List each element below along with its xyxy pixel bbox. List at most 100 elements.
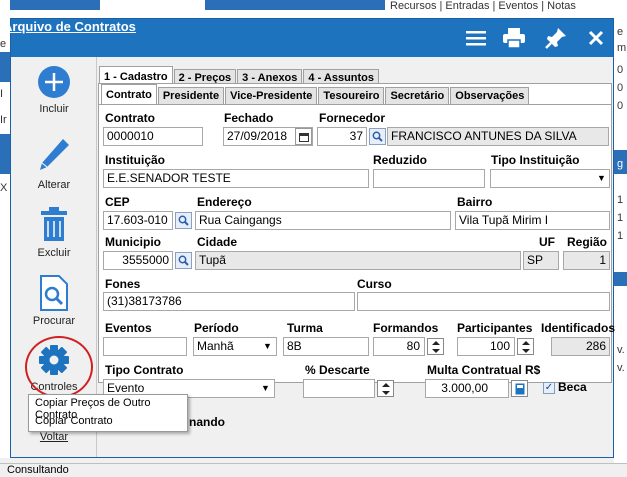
- search-document-icon: [40, 275, 68, 311]
- descarte-field[interactable]: [303, 379, 375, 398]
- endereco-label: Endereço: [197, 195, 252, 209]
- background-banner: [10, 0, 100, 10]
- background-text: v.: [617, 362, 625, 374]
- background-text: 0: [617, 64, 624, 76]
- menu-icon[interactable]: [463, 25, 489, 51]
- tab-vice-presidente[interactable]: Vice-Presidente: [225, 87, 318, 104]
- tipo-contrato-label: Tipo Contrato: [105, 363, 184, 377]
- background-app-right: e m 0 0 0 g 1 1 1 v. v.: [614, 18, 627, 477]
- endereco-field[interactable]: Rua Caingangs: [195, 211, 451, 230]
- regiao-field: 1: [563, 251, 610, 270]
- include-button[interactable]: Incluir: [11, 65, 97, 115]
- include-label: Incluir: [39, 103, 69, 115]
- uf-label: UF: [539, 235, 555, 249]
- calendar-icon[interactable]: [295, 128, 312, 145]
- municipio-search-icon[interactable]: [175, 252, 192, 269]
- delete-label: Excluir: [37, 247, 71, 259]
- close-icon[interactable]: [583, 25, 609, 51]
- cep-field[interactable]: 17.603-010: [103, 211, 173, 230]
- background-text: 1: [617, 230, 624, 242]
- tipo-instituicao-label: Tipo Instituição: [491, 153, 580, 167]
- pencil-icon: [40, 139, 69, 170]
- background-block: [0, 52, 10, 82]
- search-button[interactable]: Procurar: [11, 275, 97, 327]
- delete-button[interactable]: Excluir: [11, 207, 97, 259]
- curso-label: Curso: [357, 277, 392, 291]
- background-block: [614, 272, 627, 286]
- participantes-field[interactable]: 100: [457, 337, 515, 356]
- background-text: 1: [617, 212, 624, 224]
- formandos-field[interactable]: 80: [373, 337, 425, 356]
- bairro-label: Bairro: [457, 195, 493, 209]
- search-label: Procurar: [32, 315, 76, 327]
- bairro-field[interactable]: Vila Tupã Mirim I: [455, 211, 610, 230]
- beca-checkbox[interactable]: ✓: [543, 382, 555, 394]
- contrato-field[interactable]: 0000010: [103, 127, 203, 146]
- sub-tabs-divider: [99, 104, 611, 105]
- fornecedor-search-icon[interactable]: [369, 128, 386, 145]
- window-titlebar: Arquivo de Contratos: [3, 19, 613, 57]
- back-label: Voltar: [39, 431, 69, 443]
- descarte-label: % Descarte: [305, 363, 370, 377]
- chevron-down-icon[interactable]: ▼: [263, 341, 272, 351]
- instituicao-label: Instituição: [105, 153, 166, 167]
- turma-field[interactable]: 8B: [283, 337, 369, 356]
- background-text: Ir: [0, 114, 7, 126]
- curso-field[interactable]: [357, 292, 610, 311]
- chevron-down-icon[interactable]: ▼: [261, 383, 270, 393]
- tab-presidente[interactable]: Presidente: [157, 87, 225, 104]
- participantes-label: Participantes: [457, 321, 533, 335]
- eventos-field[interactable]: [103, 337, 187, 356]
- fornecedor-name-field: FRANCISCO ANTUNES DA SILVA: [387, 127, 609, 146]
- tab-observacoes[interactable]: Observações: [450, 87, 530, 104]
- sub-tabs: Contrato Presidente Vice-Presidente Teso…: [101, 84, 530, 104]
- background-text: e: [617, 26, 624, 38]
- fones-field[interactable]: (31)38173786: [103, 292, 355, 311]
- background-text: v.: [617, 344, 625, 356]
- instituicao-field[interactable]: E.E.SENADOR TESTE: [103, 169, 369, 188]
- fornecedor-label: Fornecedor: [319, 111, 386, 125]
- background-app-top: Recursos | Entradas | Eventos | Notas: [0, 0, 627, 18]
- tab-secretario[interactable]: Secretário: [385, 87, 450, 104]
- print-icon[interactable]: [501, 25, 527, 51]
- beca-label: Beca: [558, 380, 587, 394]
- tab-tesoureiro[interactable]: Tesoureiro: [318, 87, 385, 104]
- status-text: Consultando: [7, 464, 69, 476]
- reduzido-label: Reduzido: [373, 153, 427, 167]
- situacao-label-partial: nando: [189, 415, 225, 429]
- cidade-field: Tupã: [195, 251, 521, 270]
- identificados-label: Identificados: [541, 321, 616, 335]
- chevron-down-icon[interactable]: ▼: [597, 173, 606, 183]
- multa-label: Multa Contratual R$: [427, 363, 541, 377]
- cidade-label: Cidade: [197, 235, 238, 249]
- descarte-spinner[interactable]: [377, 380, 394, 397]
- calculator-icon[interactable]: [511, 380, 528, 397]
- menu-item-copy-prices[interactable]: Copiar Preços de Outro Contrato: [29, 395, 187, 421]
- background-text: 1: [617, 194, 624, 206]
- turma-label: Turma: [287, 321, 323, 335]
- pin-icon[interactable]: [543, 25, 569, 51]
- contract-window: Arquivo de Contratos Incluir Alterar Exc…: [3, 18, 616, 458]
- fornecedor-code-field[interactable]: 37: [317, 127, 367, 146]
- menu-item-copy-contract[interactable]: Copiar Contrato: [29, 413, 187, 431]
- municipio-label: Municipio: [105, 235, 161, 249]
- background-text: 0: [617, 82, 624, 94]
- tipo-instituicao-select[interactable]: [490, 169, 610, 188]
- background-app-left: e I Ir X: [0, 18, 10, 458]
- fechado-label: Fechado: [224, 111, 274, 125]
- background-text: m: [617, 42, 627, 54]
- fones-label: Fones: [105, 277, 141, 291]
- municipio-field[interactable]: 3555000: [103, 251, 173, 270]
- background-text: e: [0, 38, 7, 50]
- tab-contrato[interactable]: Contrato: [101, 84, 157, 104]
- eventos-label: Eventos: [105, 321, 152, 335]
- contrato-label: Contrato: [105, 111, 155, 125]
- background-block: [0, 134, 10, 174]
- participantes-spinner[interactable]: [517, 338, 534, 355]
- reduzido-field[interactable]: [373, 169, 485, 188]
- edit-button[interactable]: Alterar: [11, 137, 97, 191]
- background-text: g: [617, 158, 624, 170]
- multa-field[interactable]: 3.000,00: [425, 379, 509, 398]
- cep-search-icon[interactable]: [175, 212, 192, 229]
- formandos-spinner[interactable]: [427, 338, 444, 355]
